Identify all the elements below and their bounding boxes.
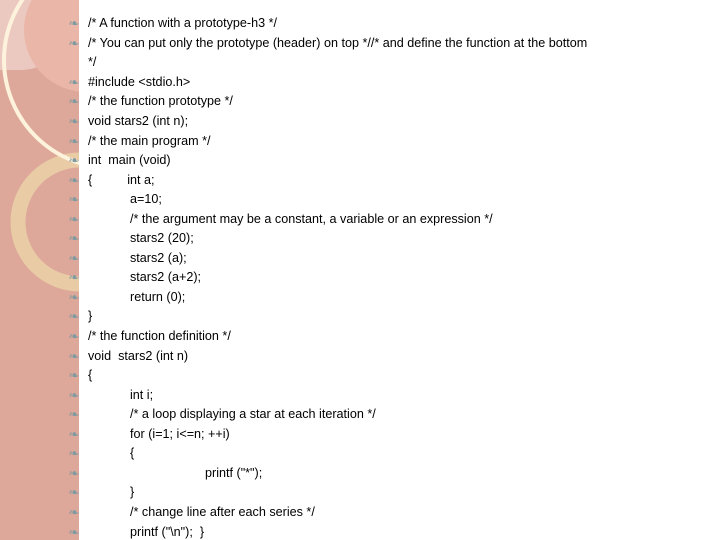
bullet-line: ❧ stars2 (20); bbox=[0, 229, 720, 249]
fleuron-bullet-icon: ❧ bbox=[68, 408, 80, 422]
code-line-text: /* a loop displaying a star at each iter… bbox=[130, 407, 376, 422]
bullet-line: ❧ int main (void) bbox=[0, 151, 720, 171]
fleuron-bullet-icon: ❧ bbox=[68, 114, 80, 128]
bullet-line: ❧ /* the function definition */ bbox=[0, 327, 720, 347]
bullet-line: ❧{ bbox=[0, 366, 720, 386]
bullet-line: ❧ printf ("*"); bbox=[0, 464, 720, 484]
code-line-text: stars2 (a+2); bbox=[130, 270, 202, 285]
code-line-text: } bbox=[88, 309, 93, 324]
fleuron-bullet-icon: ❧ bbox=[68, 134, 80, 148]
bullet-line: ❧} bbox=[0, 483, 720, 503]
bullet-line: ❧ /* A function with a prototype-h3 */ bbox=[0, 14, 720, 34]
fleuron-bullet-icon: ❧ bbox=[68, 193, 80, 207]
code-line-text: */ bbox=[88, 55, 97, 70]
fleuron-bullet-icon: ❧ bbox=[68, 251, 80, 265]
fleuron-bullet-icon: ❧ bbox=[68, 466, 80, 480]
fleuron-bullet-icon: ❧ bbox=[68, 36, 80, 50]
bullet-line: ❧ return (0); bbox=[0, 288, 720, 308]
fleuron-bullet-icon: ❧ bbox=[68, 173, 80, 187]
fleuron-bullet-icon: ❧ bbox=[68, 388, 80, 402]
bullet-line: ❧ void stars2 (int n); bbox=[0, 112, 720, 132]
code-line-text: printf ("\n"); } bbox=[130, 524, 205, 539]
bullet-line: ❧ stars2 (a+2); bbox=[0, 268, 720, 288]
code-line-text: { int a; bbox=[88, 172, 155, 187]
code-line-text: void stars2 (int n); bbox=[88, 113, 189, 128]
bullet-line: ❧ void stars2 (int n) bbox=[0, 347, 720, 367]
fleuron-bullet-icon: ❧ bbox=[68, 525, 80, 539]
bullet-line: ❧ #include <stdio.h> bbox=[0, 73, 720, 93]
fleuron-bullet-icon: ❧ bbox=[68, 95, 80, 109]
fleuron-bullet-icon: ❧ bbox=[68, 505, 80, 519]
bullet-line: ❧ printf ("\n"); } bbox=[0, 523, 720, 540]
code-line-text: { bbox=[88, 368, 93, 383]
fleuron-bullet-icon: ❧ bbox=[68, 232, 80, 246]
fleuron-bullet-icon: ❧ bbox=[68, 75, 80, 89]
code-line-text: printf ("*"); bbox=[205, 465, 263, 480]
fleuron-bullet-icon: ❧ bbox=[68, 349, 80, 363]
fleuron-bullet-icon: ❧ bbox=[68, 427, 80, 441]
bullet-line: ❧ stars2 (a); bbox=[0, 249, 720, 269]
code-line-text: stars2 (a); bbox=[130, 250, 187, 265]
bullet-line: ❧ /* the argument may be a constant, a va… bbox=[0, 210, 720, 230]
fleuron-bullet-icon: ❧ bbox=[68, 330, 80, 343]
code-line-text: /* the function prototype */ bbox=[88, 94, 233, 109]
fleuron-bullet-icon: ❧ bbox=[68, 369, 80, 383]
bullet-line: ❧ for (i=1; i<=n; ++i) bbox=[0, 425, 720, 445]
code-line-text: a=10; bbox=[130, 192, 162, 207]
code-line-text: /* change line after each series */ bbox=[130, 504, 315, 519]
bullet-line: ❧ /* the function prototype */ bbox=[0, 92, 720, 112]
bullet-line: ❧ a=10; bbox=[0, 190, 720, 210]
code-line-text: #include <stdio.h> bbox=[88, 74, 191, 89]
fleuron-bullet-icon: ❧ bbox=[68, 486, 80, 500]
code-line-text: /* the function definition */ bbox=[88, 329, 231, 343]
code-line-text: int i; bbox=[130, 387, 154, 402]
bullet-line: ❧ /* a loop displaying a star at each ite… bbox=[0, 405, 720, 425]
fleuron-bullet-icon: ❧ bbox=[68, 17, 80, 31]
code-line-text: stars2 (20); bbox=[130, 231, 194, 246]
bullet-line: ❧ { int a; bbox=[0, 171, 720, 191]
code-line-text: for (i=1; i<=n; ++i) bbox=[130, 426, 230, 441]
bullet-line: ❧{ bbox=[0, 444, 720, 464]
slide-content: ❧ /* A function with a prototype-h3 */ ❧ /*… bbox=[0, 0, 720, 540]
fleuron-bullet-icon: ❧ bbox=[68, 212, 80, 226]
code-line-text: /* the argument may be a constant, a var… bbox=[130, 211, 493, 226]
code-line-text: { bbox=[130, 446, 135, 461]
code-line-text: /* the main program */ bbox=[88, 133, 211, 148]
code-line-text: } bbox=[130, 485, 135, 500]
bullet-line: ❧ /* You can put only the prototype (head… bbox=[0, 34, 720, 54]
bullet-line: ❧ int i; bbox=[0, 386, 720, 406]
bullet-line: ❧} bbox=[0, 307, 720, 327]
fleuron-bullet-icon: ❧ bbox=[68, 447, 80, 461]
bullet-line-continuation: */ bbox=[0, 53, 720, 73]
code-line-text: int main (void) bbox=[88, 153, 171, 168]
bullet-line: ❧ /* the main program */ bbox=[0, 132, 720, 152]
bullet-line: ❧ /* change line after each series */ bbox=[0, 503, 720, 523]
code-line-text: /* You can put only the prototype (heade… bbox=[88, 35, 588, 50]
fleuron-bullet-icon: ❧ bbox=[68, 154, 80, 168]
fleuron-bullet-icon: ❧ bbox=[68, 271, 80, 285]
slide-canvas: ❧ /* A function with a prototype-h3 */ ❧ /*… bbox=[0, 0, 720, 540]
fleuron-bullet-icon: ❧ bbox=[68, 290, 80, 304]
fleuron-bullet-icon: ❧ bbox=[68, 310, 80, 324]
code-line-text: /* A function with a prototype-h3 */ bbox=[88, 16, 278, 31]
code-line-text: void stars2 (int n) bbox=[88, 348, 189, 363]
code-line-text: return (0); bbox=[130, 289, 186, 304]
